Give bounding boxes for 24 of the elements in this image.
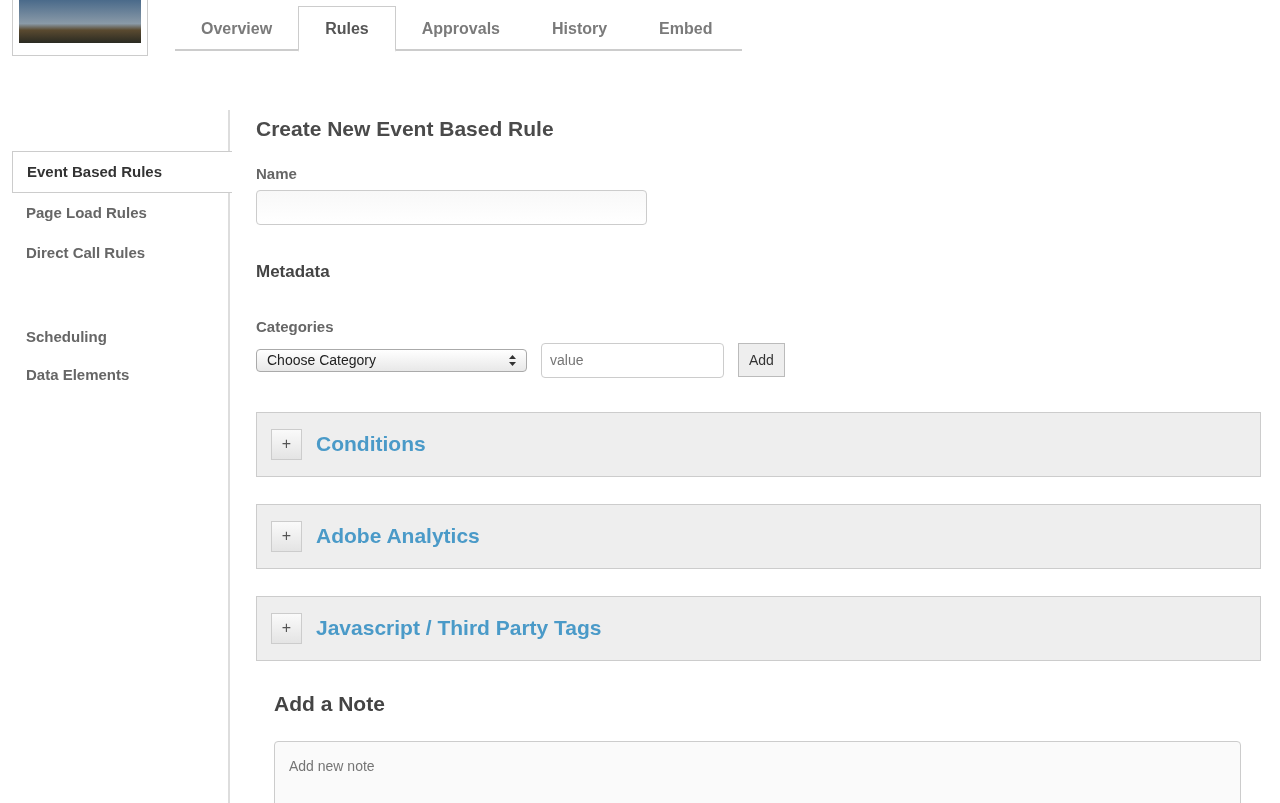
sidebar-item[interactable]: Page Load Rules [12, 193, 230, 233]
sidebar-item[interactable]: Scheduling [12, 318, 230, 356]
sidebar-item[interactable]: Data Elements [12, 356, 230, 394]
tab[interactable]: Overview [175, 7, 299, 50]
caret-icon [509, 354, 516, 366]
sidebar-item[interactable]: Event Based Rules [12, 151, 232, 193]
section-heading: Metadata [256, 260, 331, 283]
tab[interactable]: Rules [298, 6, 396, 52]
field-label: Name [256, 164, 298, 185]
category-select[interactable]: Choose Category [256, 348, 527, 372]
tab[interactable]: Embed [633, 7, 739, 50]
tab[interactable]: Approvals [395, 7, 526, 50]
section-heading: Add a Note [274, 690, 386, 717]
expand-button[interactable]: + [271, 612, 302, 644]
expand-button[interactable]: + [271, 428, 302, 460]
form-title: Create New Event Based Rule [256, 116, 555, 142]
sidebar-item[interactable]: Direct Call Rules [12, 233, 230, 273]
expand-button[interactable]: + [271, 520, 302, 552]
input-field[interactable] [256, 189, 647, 225]
field-label: Categories [256, 317, 335, 338]
tab[interactable]: History [526, 7, 634, 50]
note-field[interactable]: Add new note [274, 741, 1241, 803]
add-button[interactable]: Add [738, 343, 785, 378]
input-field[interactable]: value [541, 342, 724, 378]
